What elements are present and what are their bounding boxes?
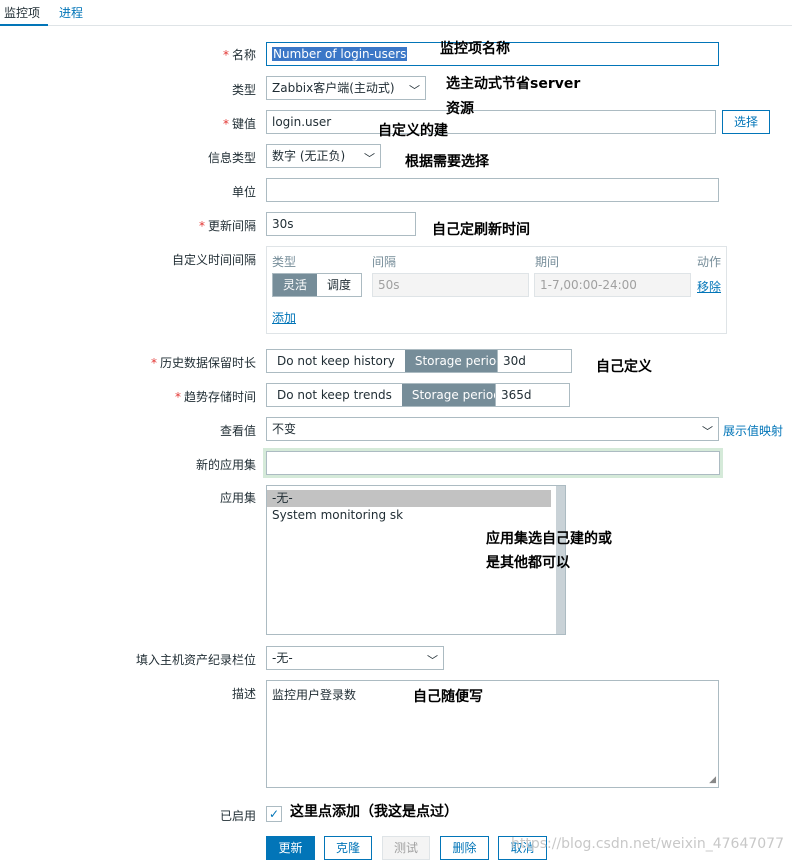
remove-interval-link[interactable]: 移除 bbox=[697, 278, 721, 295]
name-label: * 名称 bbox=[222, 48, 256, 62]
history-label: * 历史数据保留时长 bbox=[150, 356, 256, 370]
key-select-button[interactable]: 选择 bbox=[722, 110, 770, 134]
type-label: 类型 bbox=[231, 83, 256, 97]
annotation-key: 自定义的建 bbox=[378, 123, 448, 139]
annotation-history: 自己定义 bbox=[596, 359, 652, 375]
units-input[interactable] bbox=[266, 178, 719, 202]
inventory-select[interactable]: -无- ﹀ bbox=[266, 646, 444, 670]
clone-button[interactable]: 克隆 bbox=[324, 836, 372, 860]
description-label: 描述 bbox=[231, 687, 256, 701]
watermark: https://blog.csdn.net/weixin_47647077 bbox=[510, 836, 784, 852]
toggle-flexible[interactable]: 灵活 bbox=[273, 274, 318, 296]
trends-no-keep-option[interactable]: Do not keep trends bbox=[267, 384, 402, 406]
custom-interval-input[interactable]: 50s bbox=[372, 273, 529, 297]
annotation-info-type: 根据需要选择 bbox=[405, 154, 489, 170]
enabled-label: 已启用 bbox=[219, 809, 256, 823]
custom-period-input[interactable]: 1-7,00:00-24:00 bbox=[534, 273, 691, 297]
inventory-label: 填入主机资产纪录栏位 bbox=[135, 653, 256, 667]
info-type-select[interactable]: 数字 (无正负) ﹀ bbox=[266, 144, 381, 168]
test-button: 测试 bbox=[382, 836, 430, 860]
trends-period-input[interactable]: 365d bbox=[495, 383, 570, 407]
history-no-keep-option[interactable]: Do not keep history bbox=[267, 350, 405, 372]
new-app-input[interactable] bbox=[266, 451, 720, 475]
info-type-label: 信息类型 bbox=[207, 151, 256, 165]
tab-processing[interactable]: 进程 bbox=[59, 4, 83, 21]
history-mode-toggle: Do not keep history Storage period bbox=[266, 349, 515, 373]
show-value-label: 查看值 bbox=[219, 424, 256, 438]
add-interval-link[interactable]: 添加 bbox=[272, 309, 296, 326]
tabs-divider bbox=[0, 25, 792, 26]
check-icon: ✓ bbox=[268, 807, 280, 821]
description-textarea[interactable]: 监控用户登录数 ◢ bbox=[266, 680, 719, 788]
value-mapping-link[interactable]: 展示值映射 bbox=[723, 422, 783, 439]
col-header-type: 类型 bbox=[272, 255, 297, 269]
annotation-name: 监控项名称 bbox=[440, 41, 510, 57]
new-app-label: 新的应用集 bbox=[195, 458, 256, 472]
annotation-description: 自己随便写 bbox=[413, 689, 483, 705]
app-option-none[interactable]: -无- bbox=[267, 490, 551, 507]
chevron-down-icon: ﹀ bbox=[427, 654, 438, 667]
col-header-action: 动作 bbox=[697, 255, 722, 269]
toggle-scheduling[interactable]: 调度 bbox=[317, 274, 361, 296]
trends-label: * 趋势存储时间 bbox=[174, 390, 256, 404]
show-value-select[interactable]: 不变 ﹀ bbox=[266, 417, 719, 441]
chevron-down-icon: ﹀ bbox=[702, 425, 713, 438]
annotation-apps-line2: 是其他都可以 bbox=[486, 555, 570, 571]
annotation-apps-line1: 应用集选自己建的或 bbox=[486, 531, 612, 547]
col-header-period: 期间 bbox=[535, 255, 560, 269]
applications-label: 应用集 bbox=[219, 491, 256, 505]
history-period-input[interactable]: 30d bbox=[497, 349, 572, 373]
app-option-system-monitoring[interactable]: System monitoring sk bbox=[267, 507, 551, 524]
units-label: 单位 bbox=[231, 185, 256, 199]
annotation-type-line2: 资源 bbox=[446, 101, 474, 117]
delete-button[interactable]: 删除 bbox=[440, 836, 489, 860]
key-label: * 键值 bbox=[222, 117, 256, 131]
active-tab-indicator bbox=[0, 24, 48, 26]
trends-mode-toggle: Do not keep trends Storage period bbox=[266, 383, 512, 407]
interval-input[interactable]: 30s bbox=[266, 212, 416, 236]
resize-handle-icon[interactable]: ◢ bbox=[709, 775, 716, 785]
enabled-checkbox[interactable]: ✓ bbox=[266, 806, 282, 822]
tab-items[interactable]: 监控项 bbox=[4, 4, 40, 21]
key-input[interactable]: login.user bbox=[266, 110, 716, 134]
chevron-down-icon: ﹀ bbox=[364, 152, 375, 165]
interval-type-toggle: 灵活 调度 bbox=[272, 273, 363, 297]
type-select[interactable]: Zabbix客户端(主动式) ﹀ bbox=[266, 76, 426, 100]
interval-label: * 更新间隔 bbox=[198, 219, 256, 233]
chevron-down-icon: ﹀ bbox=[409, 84, 420, 97]
annotation-interval: 自己定刷新时间 bbox=[432, 222, 530, 238]
annotation-enabled: 这里点添加（我这是点过） bbox=[290, 804, 458, 820]
update-button[interactable]: 更新 bbox=[266, 836, 315, 860]
custom-intervals-label: 自定义时间间隔 bbox=[171, 253, 256, 267]
annotation-type-line1: 选主动式节省server bbox=[446, 76, 581, 92]
col-header-interval: 间隔 bbox=[372, 255, 397, 269]
